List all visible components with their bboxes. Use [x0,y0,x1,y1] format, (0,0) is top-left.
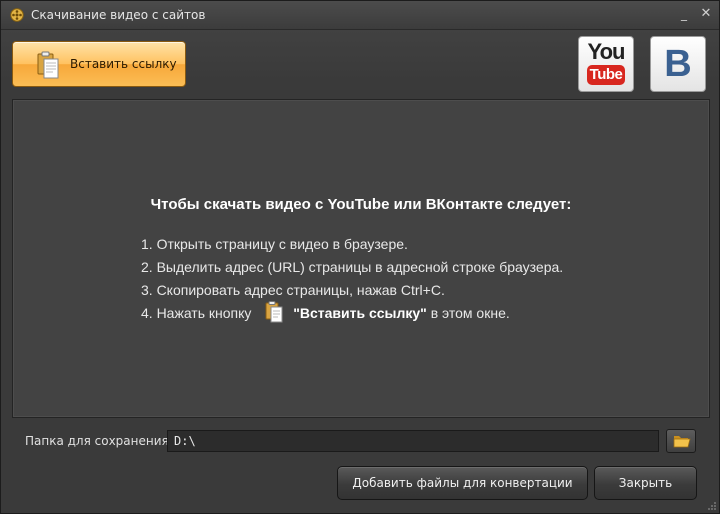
instruction-step: 1. Открыть страницу с видео в браузере. [141,236,408,252]
paste-clipboard-icon [37,51,59,79]
instruction-step: 2. Выделить адрес (URL) страницы в адрес… [141,259,564,275]
resize-grip-icon[interactable] [707,501,717,511]
instructions-title: Чтобы скачать видео с YouTube или ВКонта… [150,196,572,213]
vk-button[interactable]: В [650,36,706,92]
film-reel-icon [10,8,24,22]
step4-suffix: в этом окне. [430,305,510,321]
folder-open-icon [673,436,691,448]
title-bar[interactable]: Скачивание видео с сайтов _ ✕ [1,1,719,30]
close-button[interactable]: Закрыть [594,466,697,500]
window-title: Скачивание видео с сайтов [31,8,206,22]
close-window-button[interactable]: ✕ [697,6,715,22]
vk-logo: В [664,43,692,85]
add-files-button[interactable]: Добавить файлы для конвертации [337,466,588,500]
save-folder-input[interactable]: D:\ [167,430,659,452]
step4-prefix: 4. Нажать кнопку [141,305,252,321]
paste-link-button[interactable]: Вставить ссылку [12,41,186,87]
browse-folder-button[interactable] [666,429,696,453]
youtube-logo-top: You [587,39,626,64]
paste-link-label: Вставить ссылку [70,57,177,71]
save-folder-label: Папка для сохранения: [25,434,173,448]
instructions-panel: Чтобы скачать видео с YouTube или ВКонта… [12,99,710,418]
minimize-button[interactable]: _ [675,6,693,22]
youtube-logo-bottom: Tube [587,65,625,85]
youtube-button[interactable]: You Tube [578,36,634,92]
save-folder-row: Папка для сохранения: D:\ [12,425,710,457]
download-window: Скачивание видео с сайтов _ ✕ Вставить с… [0,0,720,514]
instruction-step: 3. Скопировать адрес страницы, нажав Ctr… [141,282,445,298]
instruction-step: 4. Нажать кнопку "Вставить ссылку" в это… [141,301,563,326]
instructions-list: 1. Открыть страницу с видео в браузере. … [141,234,563,326]
paste-clipboard-icon [265,301,283,323]
step4-button-name: "Вставить ссылку" [293,305,427,321]
